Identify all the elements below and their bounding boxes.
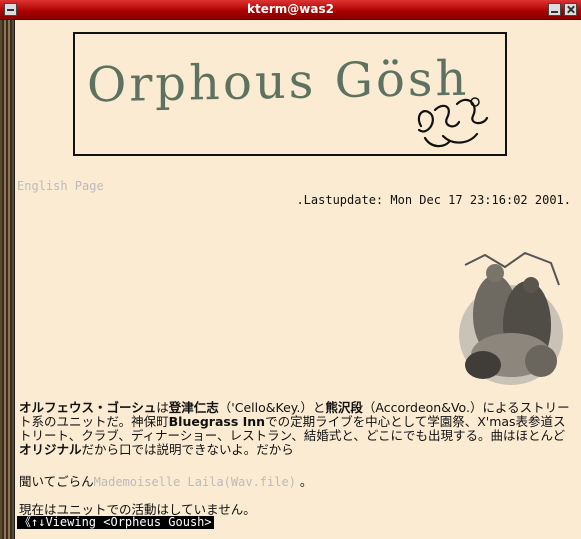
viewer-status-bar: 《↑↓Viewing <Orpheus Goush> bbox=[17, 515, 214, 529]
terminal-window: kterm@was2 Orphous Gösh English Page .La… bbox=[0, 0, 581, 539]
intro-paragraph: オルフェウス・ゴーシュは登津仁志（'Cello&Key.）と熊沢段（Accord… bbox=[19, 401, 573, 457]
last-update: .Lastupdate: Mon Dec 17 23:16:02 2001. bbox=[296, 193, 571, 207]
audio-file-link[interactable]: Mademoiselle Laila(Wav.file) bbox=[94, 475, 296, 489]
member-name-1: 登津仁志 bbox=[168, 400, 219, 415]
band-name: オルフェウス・ゴーシュ bbox=[19, 400, 157, 415]
listen-prefix: 聞いてごらん bbox=[19, 474, 94, 489]
intro-text-1: は bbox=[156, 400, 169, 415]
page-content: Orphous Gösh English Page .Lastupdate: M… bbox=[15, 20, 581, 539]
listen-line: 聞いてごらんMademoiselle Laila(Wav.file) 。 bbox=[19, 471, 312, 490]
member-name-2: 熊沢段 bbox=[325, 400, 363, 415]
close-button[interactable] bbox=[564, 3, 577, 16]
logo-signature-icon bbox=[417, 97, 489, 148]
minimize-button[interactable] bbox=[548, 3, 561, 16]
scrollbar[interactable] bbox=[0, 20, 14, 539]
band-photo bbox=[455, 245, 567, 387]
scrollbar-track[interactable] bbox=[2, 20, 12, 539]
title-bar[interactable]: kterm@was2 bbox=[0, 0, 581, 20]
listen-suffix: 。 bbox=[295, 474, 313, 489]
intro-text-2: （'Cello&Key.）と bbox=[218, 400, 326, 415]
intro-text-5: だから口では説明できないよ。だから bbox=[81, 442, 294, 457]
original-emphasis: オリジナル bbox=[19, 442, 82, 457]
venue-name: Bluegrass Inn bbox=[168, 414, 266, 429]
logo-banner: Orphous Gösh bbox=[73, 32, 507, 156]
window-title: kterm@was2 bbox=[247, 2, 334, 16]
english-page-link[interactable]: English Page bbox=[17, 179, 104, 193]
